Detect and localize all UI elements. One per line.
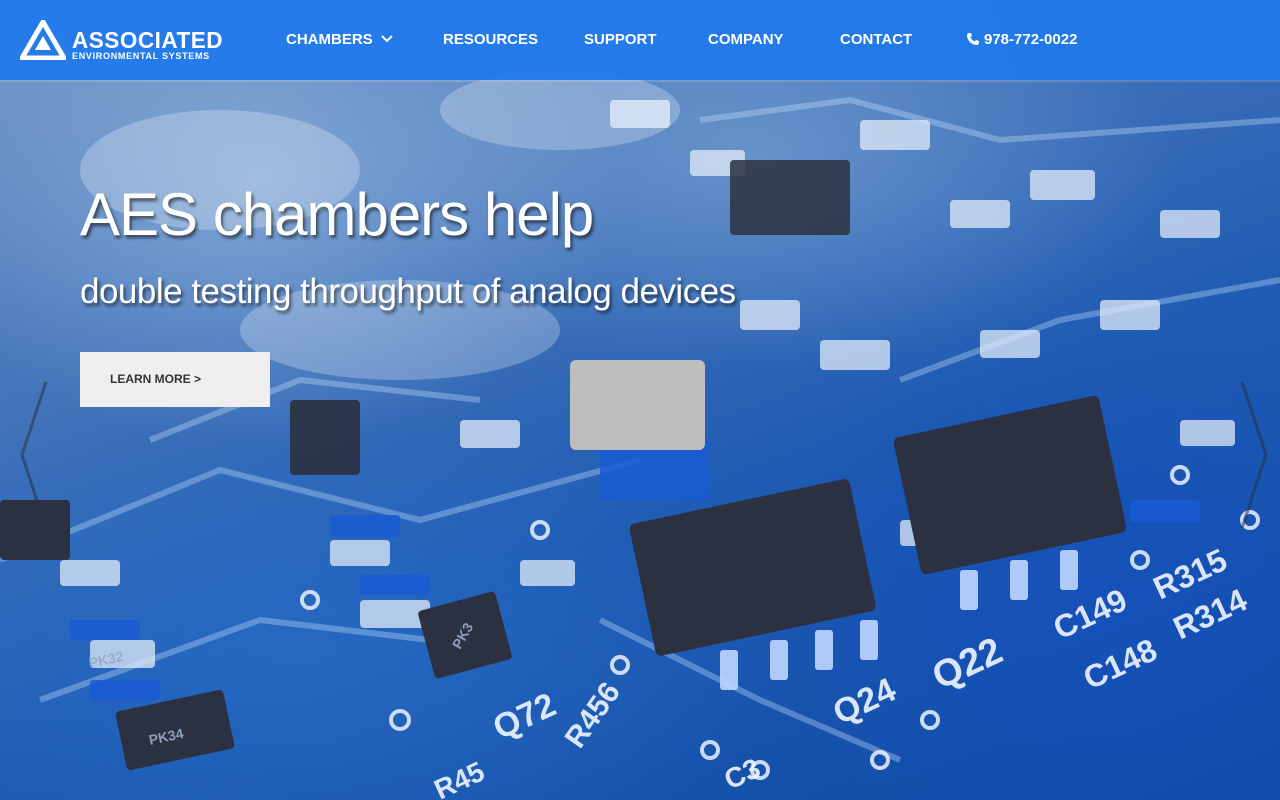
board-label-c149: C149 [1048,581,1133,646]
nav-phone-link[interactable]: 978-772-0022 [966,0,1077,80]
learn-more-button[interactable]: LEARN MORE > [80,352,270,407]
logo-tagline: ENVIRONMENTAL SYSTEMS [72,51,210,61]
nav-company[interactable]: COMPANY [708,0,784,80]
company-logo[interactable]: ASSOCIATED ENVIRONMENTAL SYSTEMS [20,20,240,62]
logo-name: ASSOCIATED [72,27,224,53]
board-label-c148: C148 [1078,631,1163,696]
site-header: ASSOCIATED ENVIRONMENTAL SYSTEMS CHAMBER… [0,0,1280,80]
board-label-r45: R45 [429,756,489,800]
nav-contact[interactable]: CONTACT [840,0,912,80]
nav-chambers[interactable]: CHAMBERS [286,0,393,80]
nav-resources[interactable]: RESOURCES [443,0,538,80]
board-label-q22: Q22 [926,630,1009,698]
board-label-r456: R456 [559,676,627,754]
nav-chambers-label: CHAMBERS [286,31,373,48]
page: Q22 C149 C148 R315 R314 Q24 Q72 R456 R45… [0,0,1280,800]
nav-support[interactable]: SUPPORT [584,0,657,80]
hero-title: AES chambers help [80,181,594,248]
hero-subtitle: double testing throughput of analog devi… [80,272,736,311]
phone-number: 978-772-0022 [984,31,1078,48]
board-label-q72: Q72 [487,686,561,748]
triangle-logo-icon [20,20,66,60]
slider-prev-arrow-icon[interactable] [18,380,48,530]
slider-next-arrow-icon[interactable] [1240,380,1270,530]
board-label-q24: Q24 [827,671,901,733]
phone-icon [967,32,979,45]
chevron-down-icon [380,34,393,42]
board-label-c3: C3 [719,752,765,795]
